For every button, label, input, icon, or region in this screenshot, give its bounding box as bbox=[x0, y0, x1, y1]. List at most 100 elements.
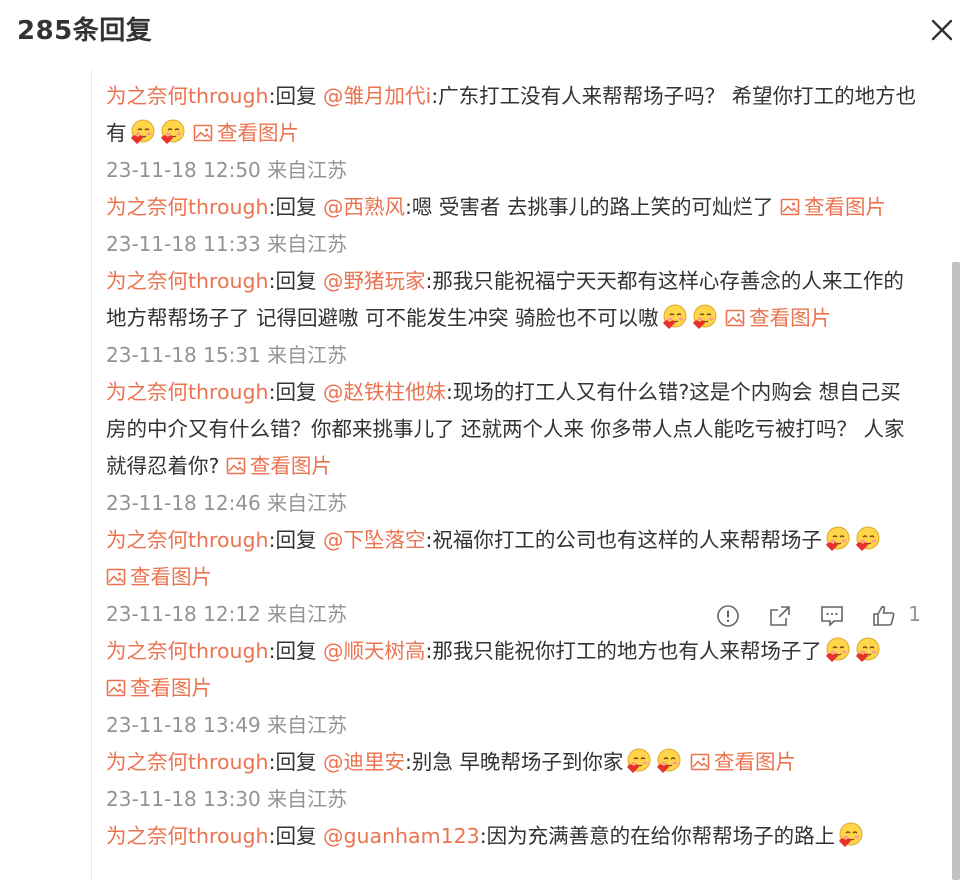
reply-list: 为之奈何through:回复 @雏月加代i:广东打工没有人来帮帮场子吗？ 希望你… bbox=[106, 78, 921, 855]
reply-meta: 23-11-18 13:30 来自江苏 bbox=[106, 781, 921, 818]
reply-item: 为之奈何through:回复 @雏月加代i:广东打工没有人来帮帮场子吗？ 希望你… bbox=[106, 78, 921, 189]
reply-text: 为之奈何through:回复 @顺天树高:那我只能祝你打工的地方也有人来帮场子了… bbox=[106, 633, 921, 707]
reply-timestamp: 23-11-18 13:30 来自江苏 bbox=[106, 787, 348, 811]
mention-link[interactable]: @野猪玩家 bbox=[323, 269, 426, 293]
reply-text: 为之奈何through:回复 @guanham123:因为充满善意的在给你帮帮场… bbox=[106, 818, 921, 855]
view-image-link[interactable]: 查看图片 bbox=[690, 750, 796, 774]
reply-text: 为之奈何through:回复 @下坠落空:祝福你打工的公司也有这样的人来帮帮场子… bbox=[106, 522, 921, 596]
reply-item: 为之奈何through:回复 @赵铁柱他妹:现场的打工人又有什么错?这是个内购会… bbox=[106, 374, 921, 522]
blush-emoji-icon bbox=[158, 118, 186, 146]
mention-link[interactable]: @西熟风 bbox=[323, 195, 405, 219]
close-icon[interactable] bbox=[928, 16, 956, 44]
reply-item: 为之奈何through:回复 @西熟风:嗯 受害者 去挑事儿的路上笑的可灿烂了 … bbox=[106, 189, 921, 263]
blush-emoji-icon bbox=[853, 636, 881, 664]
page-title: 285条回复 bbox=[17, 16, 153, 46]
image-icon bbox=[193, 117, 213, 142]
reply-text: 为之奈何through:回复 @野猪玩家:那我只能祝福宁天天都有这样心存善念的人… bbox=[106, 263, 921, 337]
reply-meta: 23-11-18 12:50 来自江苏 bbox=[106, 152, 921, 189]
blush-emoji-icon bbox=[624, 747, 652, 775]
reply-username-link[interactable]: 为之奈何through bbox=[106, 380, 269, 404]
like-icon[interactable] bbox=[872, 603, 896, 627]
reply-separator: :回复 bbox=[268, 269, 323, 293]
reply-timestamp: 23-11-18 11:33 来自江苏 bbox=[106, 232, 348, 256]
reply-username-link[interactable]: 为之奈何through bbox=[106, 639, 269, 663]
reply-username-link[interactable]: 为之奈何through bbox=[106, 528, 269, 552]
blush-emoji-icon bbox=[823, 636, 851, 664]
mention-link[interactable]: @下坠落空 bbox=[323, 528, 426, 552]
reply-item: 为之奈何through:回复 @野猪玩家:那我只能祝福宁天天都有这样心存善念的人… bbox=[106, 263, 921, 374]
mention-link[interactable]: @guanham123 bbox=[323, 824, 480, 848]
comment-icon[interactable] bbox=[820, 603, 844, 627]
reply-meta: 23-11-18 12:12 来自江苏 1 bbox=[106, 596, 921, 633]
view-image-link[interactable]: 查看图片 bbox=[106, 676, 212, 700]
reply-body: :别急 早晚帮场子到你家 bbox=[405, 750, 624, 774]
reply-separator: :回复 bbox=[268, 195, 323, 219]
reply-item: 为之奈何through:回复 @guanham123:因为充满善意的在给你帮帮场… bbox=[106, 818, 921, 855]
view-image-label: 查看图片 bbox=[130, 565, 212, 589]
blush-emoji-icon bbox=[836, 821, 864, 849]
reply-username-link[interactable]: 为之奈何through bbox=[106, 195, 269, 219]
scrollbar[interactable] bbox=[952, 262, 960, 880]
view-image-link[interactable]: 查看图片 bbox=[725, 306, 831, 330]
reply-body: :因为充满善意的在给你帮帮场子的路上 bbox=[479, 824, 836, 848]
view-image-link[interactable]: 查看图片 bbox=[226, 454, 332, 478]
reply-text: 为之奈何through:回复 @赵铁柱他妹:现场的打工人又有什么错?这是个内购会… bbox=[106, 374, 921, 485]
blush-emoji-icon bbox=[690, 303, 718, 331]
reply-separator: :回复 bbox=[268, 750, 323, 774]
mention-link[interactable]: @顺天树高 bbox=[323, 639, 426, 663]
view-image-label: 查看图片 bbox=[217, 121, 300, 145]
reply-separator: :回复 bbox=[268, 528, 323, 552]
view-image-label: 查看图片 bbox=[803, 195, 886, 219]
reply-item: 为之奈何through:回复 @迪里安:别急 早晚帮场子到你家 查看图片 23-1… bbox=[106, 744, 921, 818]
reply-body: :祝福你打工的公司也有这样的人来帮帮场子 bbox=[425, 528, 822, 552]
mention-link[interactable]: @雏月加代i bbox=[323, 84, 431, 108]
mention-link[interactable]: @赵铁柱他妹 bbox=[323, 380, 446, 404]
reply-meta: 23-11-18 13:49 来自江苏 bbox=[106, 707, 921, 744]
image-icon bbox=[106, 672, 126, 697]
image-icon bbox=[690, 746, 710, 771]
report-icon[interactable] bbox=[716, 603, 740, 627]
view-image-link[interactable]: 查看图片 bbox=[106, 565, 212, 589]
reply-body: :嗯 受害者 去挑事儿的路上笑的可灿烂了 bbox=[405, 195, 780, 219]
reply-timestamp: 23-11-18 15:31 来自江苏 bbox=[106, 343, 348, 367]
reply-item: 为之奈何through:回复 @顺天树高:那我只能祝你打工的地方也有人来帮场子了… bbox=[106, 633, 921, 744]
reply-text: 为之奈何through:回复 @雏月加代i:广东打工没有人来帮帮场子吗？ 希望你… bbox=[106, 78, 921, 152]
reply-timestamp: 23-11-18 13:49 来自江苏 bbox=[106, 713, 348, 737]
reply-username-link[interactable]: 为之奈何through bbox=[106, 824, 269, 848]
header: 285条回复 bbox=[0, 0, 961, 64]
blush-emoji-icon bbox=[823, 525, 851, 553]
reply-timestamp: 23-11-18 12:46 来自江苏 bbox=[106, 491, 348, 515]
image-icon bbox=[106, 561, 126, 586]
reply-body: :那我只能祝你打工的地方也有人来帮场子了 bbox=[425, 639, 822, 663]
blush-emoji-icon bbox=[853, 525, 881, 553]
reply-username-link[interactable]: 为之奈何through bbox=[106, 750, 269, 774]
reply-item: 为之奈何through:回复 @下坠落空:祝福你打工的公司也有这样的人来帮帮场子… bbox=[106, 522, 921, 633]
reply-meta: 23-11-18 15:31 来自江苏 bbox=[106, 337, 921, 374]
image-icon bbox=[725, 302, 745, 327]
reply-separator: :回复 bbox=[268, 380, 323, 404]
view-image-label: 查看图片 bbox=[130, 676, 212, 700]
blush-emoji-icon bbox=[654, 747, 682, 775]
reply-text: 为之奈何through:回复 @西熟风:嗯 受害者 去挑事儿的路上笑的可灿烂了 … bbox=[106, 189, 921, 226]
view-image-link[interactable]: 查看图片 bbox=[780, 195, 886, 219]
reply-actions: 1 bbox=[688, 596, 921, 633]
blush-emoji-icon bbox=[128, 118, 156, 146]
like-count: 1 bbox=[908, 602, 921, 626]
reply-timestamp: 23-11-18 12:50 来自江苏 bbox=[106, 158, 348, 182]
reply-username-link[interactable]: 为之奈何through bbox=[106, 269, 269, 293]
reply-meta: 23-11-18 11:33 来自江苏 bbox=[106, 226, 921, 263]
blush-emoji-icon bbox=[660, 303, 688, 331]
reply-separator: :回复 bbox=[268, 824, 323, 848]
thread-divider bbox=[91, 70, 92, 880]
reply-separator: :回复 bbox=[268, 639, 323, 663]
view-image-label: 查看图片 bbox=[249, 454, 332, 478]
reply-separator: :回复 bbox=[268, 84, 323, 108]
reply-timestamp: 23-11-18 12:12 来自江苏 bbox=[106, 602, 348, 626]
image-icon bbox=[226, 450, 246, 475]
view-image-label: 查看图片 bbox=[749, 306, 832, 330]
reply-username-link[interactable]: 为之奈何through bbox=[106, 84, 269, 108]
view-image-link[interactable]: 查看图片 bbox=[193, 121, 299, 145]
share-icon[interactable] bbox=[768, 603, 792, 627]
mention-link[interactable]: @迪里安 bbox=[323, 750, 405, 774]
view-image-label: 查看图片 bbox=[713, 750, 796, 774]
